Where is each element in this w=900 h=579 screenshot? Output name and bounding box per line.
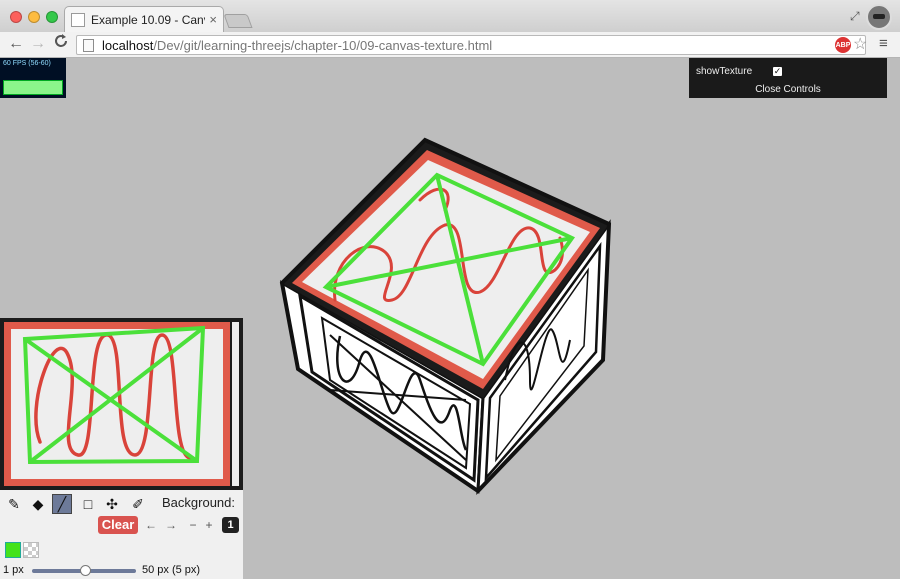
url-path: /Dev/git/learning-threejs/chapter-10/09-… <box>153 37 493 53</box>
fps-label: 60 FPS (56-60) <box>3 60 51 67</box>
background-color-swatch[interactable] <box>23 542 39 558</box>
window-titlebar: Example 10.09 - Canvas te × ⤢ <box>0 0 900 32</box>
zoom-in-button[interactable]: + <box>203 517 215 533</box>
background-label: Background: <box>162 495 235 510</box>
stroke-size-max-label: 50 px (5 px) <box>142 564 201 576</box>
textured-cube <box>279 137 612 495</box>
new-tab-button[interactable] <box>223 14 253 28</box>
browser-tab[interactable]: Example 10.09 - Canvas te × <box>64 6 224 32</box>
url-host: localhost <box>102 37 154 53</box>
controls-panel: showTexture ✓ Close Controls <box>689 58 887 98</box>
browser-toolbar: ← → localhost/Dev/git/learning-threejs/c… <box>0 32 900 58</box>
window-maximize-button[interactable] <box>46 11 58 23</box>
show-texture-label: showTexture <box>696 66 753 77</box>
show-texture-checkbox[interactable]: ✓ <box>773 67 782 76</box>
bookmark-star-icon[interactable]: ☆ <box>853 34 867 54</box>
browser-menu-icon[interactable]: ≡ <box>879 35 888 52</box>
reload-button[interactable] <box>53 33 69 54</box>
forward-button[interactable]: → <box>30 35 46 53</box>
pencil-tool-button[interactable]: ✎ <box>4 494 24 514</box>
fps-stats-panel[interactable]: 60 FPS (56-60) <box>0 58 66 98</box>
stroke-size-min-label: 1 px <box>3 564 24 576</box>
tab-close-icon[interactable]: × <box>209 12 217 27</box>
reload-icon <box>55 34 67 47</box>
clear-button[interactable]: Clear <box>98 516 138 534</box>
drawing-panel: ✎ ◆ ╱ □ ✣ ✐ Background: Clear ← → − + 1 … <box>0 318 243 579</box>
zoom-out-button[interactable]: − <box>187 517 199 533</box>
eyedropper-tool-button[interactable]: ✐ <box>128 494 148 514</box>
zoom-level-badge: 1 <box>222 517 239 533</box>
tab-title: Example 10.09 - Canvas te <box>91 12 205 27</box>
back-button[interactable]: ← <box>8 35 24 53</box>
primary-color-swatch[interactable] <box>5 542 21 558</box>
adblock-icon[interactable]: ABP <box>835 37 851 53</box>
eraser-tool-button[interactable]: ◆ <box>28 494 48 514</box>
undo-button[interactable]: ← <box>144 517 158 533</box>
window-close-button[interactable] <box>10 11 22 23</box>
profile-avatar-icon[interactable] <box>866 4 892 30</box>
close-controls-button[interactable]: Close Controls <box>689 84 887 95</box>
page-icon <box>83 38 94 52</box>
move-tool-button[interactable]: ✣ <box>102 494 122 514</box>
rectangle-tool-button[interactable]: □ <box>78 494 98 514</box>
drawing-toolbar: ✎ ◆ ╱ □ ✣ ✐ Background: Clear ← → − + 1 … <box>0 490 243 579</box>
drawing-canvas[interactable] <box>0 318 243 490</box>
page-favicon-icon <box>71 12 85 27</box>
stroke-size-slider-thumb[interactable] <box>80 565 91 576</box>
window-minimize-button[interactable] <box>28 11 40 23</box>
fps-graph <box>3 80 63 95</box>
redo-button[interactable]: → <box>164 517 178 533</box>
address-bar[interactable]: localhost/Dev/git/learning-threejs/chapt… <box>76 35 866 55</box>
line-tool-button[interactable]: ╱ <box>52 494 72 514</box>
fullscreen-icon[interactable]: ⤢ <box>850 9 860 24</box>
